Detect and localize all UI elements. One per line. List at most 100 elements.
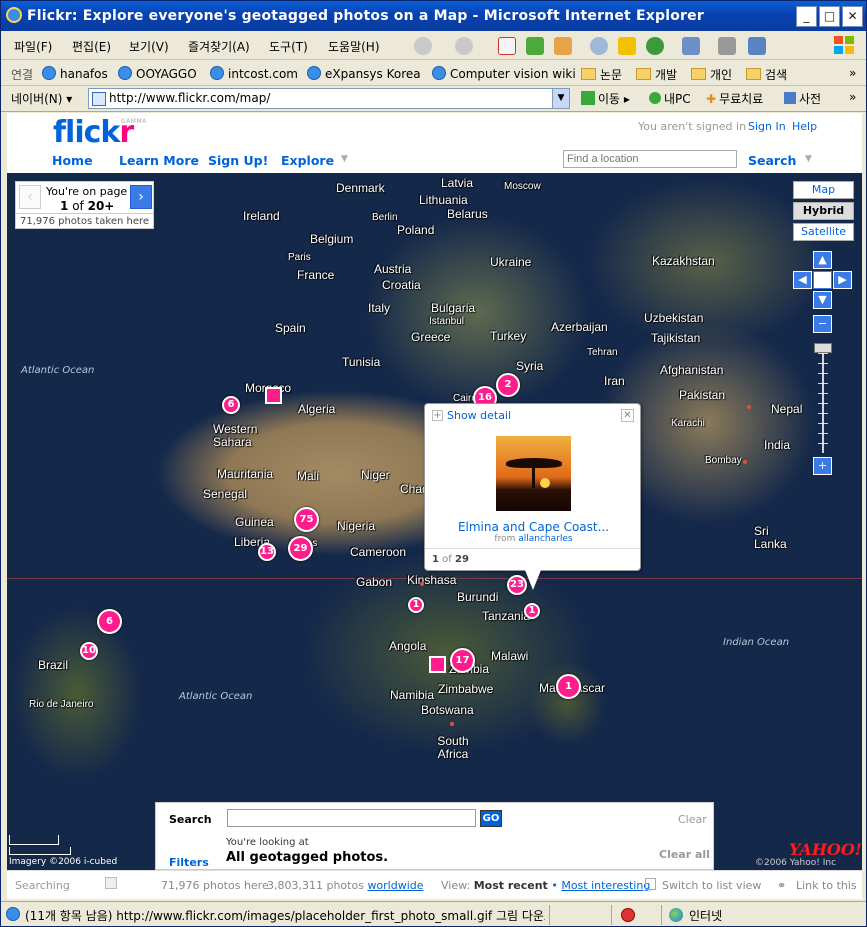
link-folder-personal[interactable]: 개인 xyxy=(691,66,732,83)
most-recent[interactable]: Most recent xyxy=(474,879,548,892)
photo-thumbnail[interactable] xyxy=(496,436,571,511)
maximize-button[interactable]: □ xyxy=(819,6,840,27)
map-type-hybrid[interactable]: Hybrid xyxy=(793,202,854,220)
mypc-icon xyxy=(649,92,661,104)
url-field[interactable]: http://www.flickr.com/map/ ▼ xyxy=(88,88,570,109)
find-location-input[interactable] xyxy=(563,150,737,168)
photo-count-pin[interactable]: 2 xyxy=(496,373,520,397)
photo-count-pin[interactable]: 6 xyxy=(97,609,122,634)
link-folder-dev[interactable]: 개발 xyxy=(636,66,677,83)
menu-favorites[interactable]: 즐겨찾기(A) xyxy=(188,38,250,55)
refresh-icon[interactable] xyxy=(526,37,544,55)
popup-blocked-icon[interactable] xyxy=(621,908,635,922)
link-hanafos[interactable]: hanafos xyxy=(42,66,108,81)
photo-count-pin[interactable]: 29 xyxy=(288,536,313,561)
menu-file[interactable]: 파일(F) xyxy=(14,38,52,55)
menu-help[interactable]: 도움말(H) xyxy=(328,38,380,55)
edit-icon[interactable] xyxy=(748,37,766,55)
expand-icon[interactable]: + xyxy=(432,410,443,421)
close-button[interactable]: ✕ xyxy=(842,6,863,27)
help-link[interactable]: Help xyxy=(792,120,817,133)
home-icon[interactable] xyxy=(554,37,572,55)
world-map[interactable]: Atlantic Ocean Atlantic Ocean Indian Oce… xyxy=(7,173,862,870)
search-link[interactable]: Search xyxy=(748,153,796,168)
go-button[interactable]: 이동 ▸ xyxy=(581,90,630,107)
photo-count-pin[interactable]: 17 xyxy=(450,648,475,673)
nav-home[interactable]: Home xyxy=(52,153,93,168)
toolbar-free-care[interactable]: ✚ 무료치료 xyxy=(706,90,763,107)
pan-right-icon[interactable]: ▶ xyxy=(833,271,852,289)
zoom-slider[interactable] xyxy=(813,343,832,453)
search-icon[interactable] xyxy=(590,37,608,55)
photo-count-pin[interactable]: 75 xyxy=(294,507,319,532)
photo-count-pin[interactable]: 6 xyxy=(222,396,240,414)
show-detail-link[interactable]: Show detail xyxy=(447,409,511,422)
naver-dropdown[interactable]: 네이버(N) ▾ xyxy=(11,90,72,107)
map-label: Iran xyxy=(604,374,625,388)
menu-view[interactable]: 보기(V) xyxy=(129,38,169,55)
back-icon[interactable] xyxy=(414,37,432,55)
zoom-in-icon[interactable]: + xyxy=(813,457,832,475)
link-to-this[interactable]: Link to this xyxy=(796,879,857,892)
photo-cluster-marker[interactable] xyxy=(265,387,282,404)
menu-tools[interactable]: 도구(T) xyxy=(269,38,308,55)
zoom-out-icon[interactable]: − xyxy=(813,315,832,333)
map-search-input[interactable] xyxy=(227,809,476,827)
clear-link[interactable]: Clear xyxy=(678,813,707,826)
explore-dropdown-icon[interactable]: ▼ xyxy=(341,154,348,164)
link-expansys[interactable]: eXpansys Korea xyxy=(307,66,421,81)
link-folder-papers[interactable]: 논문 xyxy=(581,66,622,83)
pan-down-icon[interactable]: ▼ xyxy=(813,291,832,309)
menu-edit[interactable]: 편집(E) xyxy=(72,38,111,55)
print-icon[interactable] xyxy=(718,37,736,55)
popup-pointer xyxy=(525,570,541,590)
prev-page-button[interactable]: ‹ xyxy=(19,185,41,209)
link-cv-wiki[interactable]: Computer vision wiki xyxy=(432,66,576,81)
yahoo-logo[interactable]: YAHOO! xyxy=(789,840,862,859)
photo-title-link[interactable]: Elmina and Cape Coast... xyxy=(425,520,642,534)
toolbar-dictionary[interactable]: 사전 xyxy=(784,90,821,107)
links-more-chevron[interactable]: » xyxy=(849,66,856,80)
photo-count-pin[interactable]: 1 xyxy=(556,674,581,699)
favorites-star-icon[interactable] xyxy=(618,37,636,55)
city-dot xyxy=(420,582,424,586)
next-page-button[interactable]: › xyxy=(130,185,152,209)
photo-count-pin[interactable]: 1 xyxy=(524,603,540,619)
go-button[interactable]: GO xyxy=(480,810,502,827)
photo-count-pin[interactable]: 10 xyxy=(80,642,98,660)
map-type-satellite[interactable]: Satellite xyxy=(793,223,854,241)
pan-left-icon[interactable]: ◀ xyxy=(793,271,812,289)
toolbar-mypc[interactable]: 내PC xyxy=(649,90,691,107)
photo-count-pin[interactable]: 1 xyxy=(408,597,424,613)
stop-icon[interactable] xyxy=(498,37,516,55)
switch-list-view-link[interactable]: Switch to list view xyxy=(662,879,761,892)
history-icon[interactable] xyxy=(646,37,664,55)
nav-learn-more[interactable]: Learn More xyxy=(119,153,199,168)
folder-icon xyxy=(691,68,706,80)
link-folder-search[interactable]: 검색 xyxy=(746,66,787,83)
search-dropdown-icon[interactable]: ▼ xyxy=(805,154,812,164)
mail-icon[interactable] xyxy=(682,37,700,55)
zoom-handle[interactable] xyxy=(814,343,832,353)
url-dropdown-arrow-icon[interactable]: ▼ xyxy=(552,89,569,108)
photo-cluster-marker[interactable] xyxy=(429,656,446,673)
photo-count-pin[interactable]: 23 xyxy=(507,575,527,595)
close-popup-icon[interactable]: ✕ xyxy=(621,409,634,422)
most-interesting-link[interactable]: Most interesting xyxy=(561,879,650,892)
pan-center-icon[interactable] xyxy=(813,271,832,289)
address-more-chevron[interactable]: » xyxy=(849,90,856,104)
pan-up-icon[interactable]: ▲ xyxy=(813,251,832,269)
worldwide-link[interactable]: worldwide xyxy=(367,879,423,892)
sign-in-link[interactable]: Sign In xyxy=(748,120,786,133)
map-type-map[interactable]: Map xyxy=(793,181,854,199)
filters-link[interactable]: Filters xyxy=(169,856,209,869)
clear-all-link[interactable]: Clear all xyxy=(659,848,710,861)
nav-sign-up[interactable]: Sign Up! xyxy=(208,153,268,168)
owner-link[interactable]: allancharles xyxy=(518,534,572,544)
nav-explore[interactable]: Explore xyxy=(281,153,334,168)
link-ooyaggo[interactable]: OOYAGGO xyxy=(118,66,197,81)
minimize-button[interactable]: _ xyxy=(796,6,817,27)
forward-icon[interactable] xyxy=(455,37,473,55)
link-intcost[interactable]: intcost.com xyxy=(210,66,298,81)
photo-count-pin[interactable]: 13 xyxy=(258,543,276,561)
